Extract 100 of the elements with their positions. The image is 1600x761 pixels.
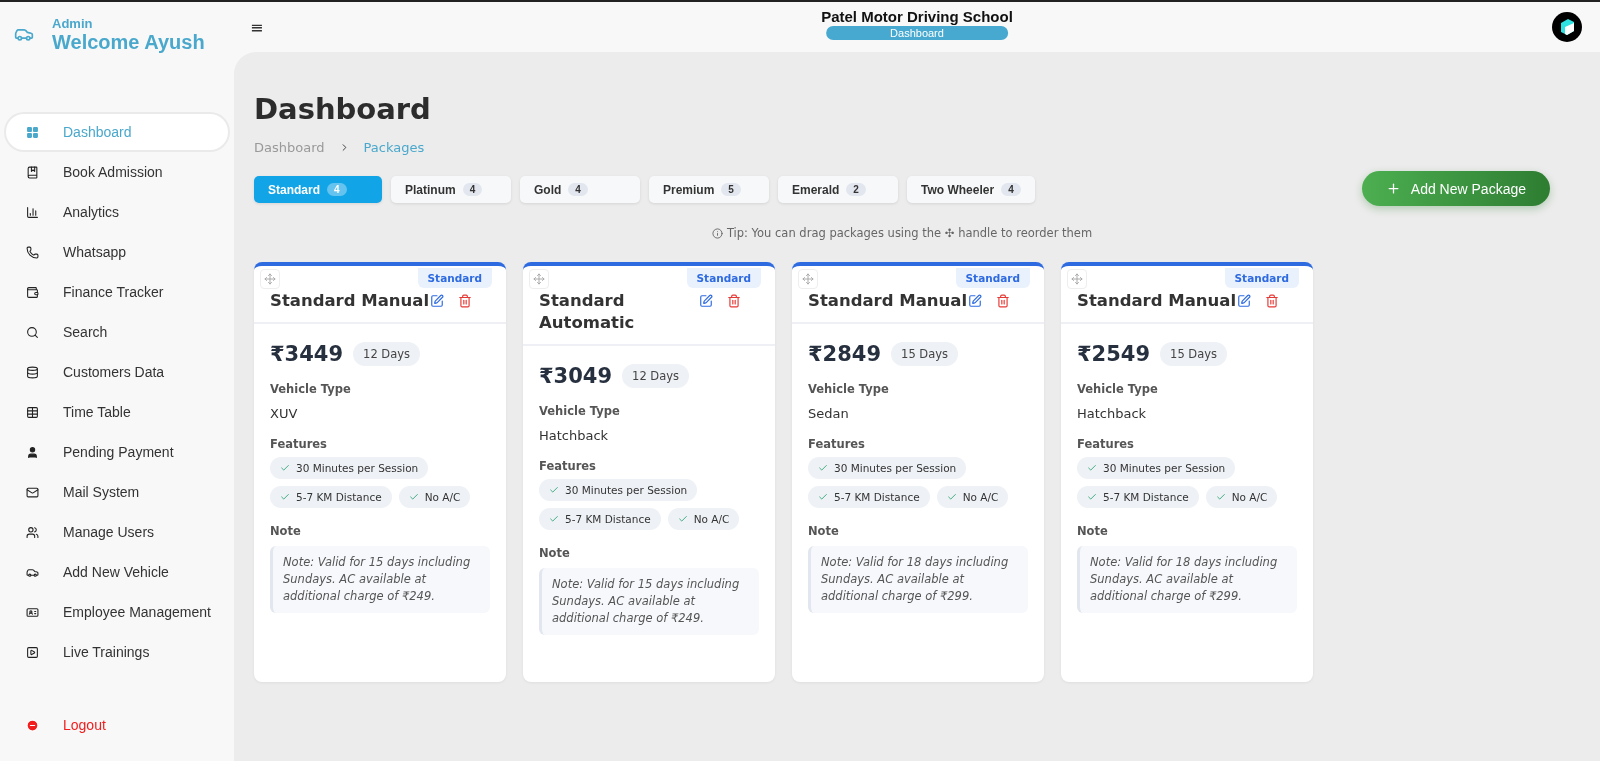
drag-handle[interactable]	[529, 269, 549, 289]
feature-chip: No A/C	[1205, 486, 1278, 508]
search-icon	[26, 325, 39, 339]
sidebar-item[interactable]: Whatsapp	[6, 234, 228, 270]
check-icon	[1087, 492, 1097, 502]
check-icon	[818, 463, 828, 473]
feature-chip: 5-7 KM Distance	[808, 486, 930, 508]
check-icon	[818, 492, 828, 502]
people-icon	[26, 525, 39, 539]
duration-pill: 12 Days	[353, 342, 421, 366]
trash-icon[interactable]	[1265, 294, 1279, 308]
field-label: Note	[808, 524, 840, 538]
package-price: ₹3049	[539, 364, 613, 388]
feature-chip: 30 Minutes per Session	[270, 457, 429, 479]
category-tab[interactable]: Platinum 4	[391, 176, 511, 203]
field-label: Vehicle Type	[808, 382, 890, 396]
move-icon	[264, 273, 276, 285]
field-label: Note	[1077, 524, 1109, 538]
edit-icon[interactable]	[1237, 294, 1251, 308]
category-tab[interactable]: Two Wheeler 4	[907, 176, 1035, 203]
package-price: ₹3449	[270, 342, 344, 366]
check-icon	[549, 514, 559, 524]
trash-icon[interactable]	[727, 294, 741, 308]
note-text: Note: Valid for 18 days including Sundays. AC available at additional charge of ₹299.	[808, 546, 1028, 613]
vehicle-type: Hatchback	[1077, 406, 1148, 421]
move-icon	[802, 273, 814, 285]
duration-pill: 15 Days	[891, 342, 959, 366]
phone-icon	[26, 245, 39, 259]
category-tab[interactable]: Premium 5	[649, 176, 769, 203]
sidebar-item[interactable]: Book Admission	[6, 154, 228, 190]
trash-icon[interactable]	[996, 294, 1010, 308]
note-text: Note: Valid for 15 days including Sundays. AC available at additional charge of ₹249.	[270, 546, 490, 613]
welcome-text: Welcome Ayush	[52, 30, 205, 53]
drag-handle[interactable]	[798, 269, 818, 289]
vehicle-type: Hatchback	[539, 428, 610, 443]
edit-icon[interactable]	[430, 294, 444, 308]
vehicle-type: Sedan	[808, 406, 850, 421]
sidebar-item[interactable]: Manage Users	[6, 514, 228, 550]
edit-icon[interactable]	[699, 294, 713, 308]
field-label: Note	[270, 524, 302, 538]
sidebar-item[interactable]: Customers Data	[6, 354, 228, 390]
field-label: Vehicle Type	[539, 404, 621, 418]
trash-icon[interactable]	[458, 294, 472, 308]
edit-icon[interactable]	[968, 294, 982, 308]
package-price: ₹2849	[808, 342, 882, 366]
package-tag: Standard	[417, 268, 492, 288]
check-icon	[549, 485, 559, 495]
feature-chip: 5-7 KM Distance	[539, 508, 661, 530]
mail-icon	[26, 485, 39, 499]
feature-chip: 30 Minutes per Session	[539, 479, 698, 501]
feature-chip: No A/C	[398, 486, 471, 508]
sidebar-item[interactable]: Time Table	[6, 394, 228, 430]
vehicle-type: XUV	[270, 406, 299, 421]
page-title: Dashboard	[254, 92, 432, 126]
field-label: Features	[1077, 437, 1135, 451]
page-badge: Dashboard	[826, 26, 1008, 40]
info-icon	[711, 227, 723, 239]
package-tag: Standard	[1224, 268, 1299, 288]
add-package-button[interactable]: Add New Package	[1361, 171, 1550, 206]
package-name: Standard Automatic	[539, 290, 636, 334]
wallet-icon	[26, 285, 39, 299]
check-icon	[1087, 463, 1097, 473]
sidebar-item[interactable]: Add New Vehicle	[6, 554, 228, 590]
play-icon	[26, 645, 39, 659]
feature-chip: 5-7 KM Distance	[270, 486, 392, 508]
sidebar-item[interactable]: Finance Tracker	[6, 274, 228, 310]
table-icon	[26, 405, 39, 419]
book-icon	[26, 165, 39, 179]
note-text: Note: Valid for 15 days including Sundays. AC available at additional charge of ₹249.	[539, 568, 759, 635]
category-tab[interactable]: Gold 4	[520, 176, 640, 203]
duration-pill: 15 Days	[1160, 342, 1228, 366]
field-label: Vehicle Type	[270, 382, 352, 396]
note-text: Note: Valid for 18 days including Sundays. AC available at additional charge of ₹299.	[1077, 546, 1297, 613]
field-label: Features	[270, 437, 328, 451]
sidebar-item[interactable]: Mail System	[6, 474, 228, 510]
package-tag: Standard	[955, 268, 1030, 288]
category-tab[interactable]: Emerald 2	[778, 176, 898, 203]
logout-link[interactable]: Logout	[0, 717, 234, 733]
drag-handle[interactable]	[260, 269, 280, 289]
drag-handle[interactable]	[1067, 269, 1087, 289]
feature-chip: 5-7 KM Distance	[1077, 486, 1199, 508]
sidebar-item[interactable]: Analytics	[6, 194, 228, 230]
move-icon	[533, 273, 545, 285]
check-icon	[280, 492, 290, 502]
sidebar-item[interactable]: Search	[6, 314, 228, 350]
package-tag: Standard	[686, 268, 761, 288]
sidebar-item[interactable]: Employee Management	[6, 594, 228, 630]
feature-chip: No A/C	[936, 486, 1009, 508]
id-card-icon	[26, 605, 39, 619]
grid-icon	[26, 125, 39, 139]
check-icon	[946, 492, 957, 502]
avatar-icon[interactable]	[1552, 12, 1582, 42]
package-price: ₹2549	[1077, 342, 1151, 366]
check-icon	[677, 514, 688, 524]
check-icon	[408, 492, 419, 502]
field-label: Features	[539, 459, 597, 473]
check-icon	[1215, 492, 1226, 502]
menu-button[interactable]: ≡	[250, 17, 264, 37]
sidebar-item[interactable]: Live Trainings	[6, 634, 228, 670]
sidebar-item[interactable]: Pending Payment	[6, 434, 228, 470]
